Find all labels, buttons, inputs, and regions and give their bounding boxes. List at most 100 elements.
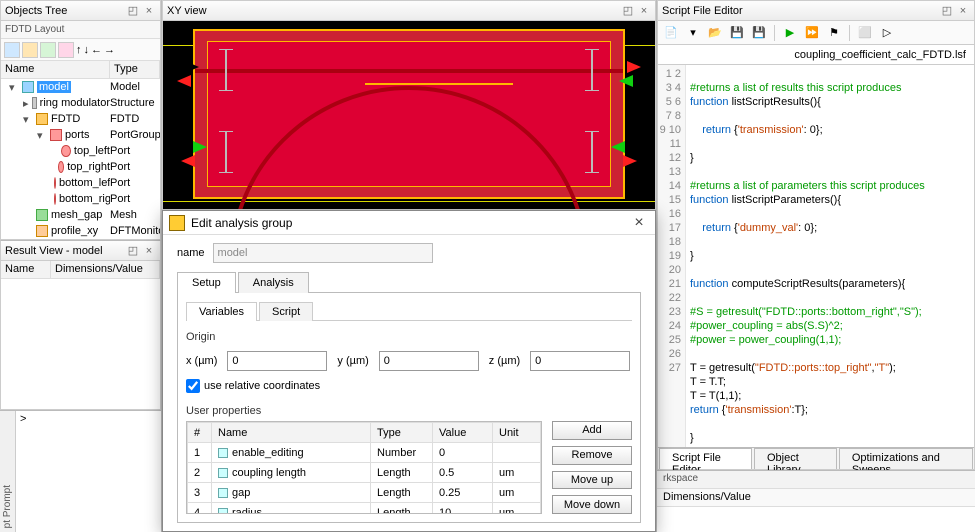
objects-tree-title: Objects Tree [5, 5, 124, 17]
name-input[interactable] [213, 243, 433, 263]
save-icon[interactable]: 💾 [728, 24, 746, 42]
dialog-icon [169, 215, 185, 231]
run-icon[interactable]: ▶ [781, 24, 799, 42]
result-view-columns: Name Dimensions/Value [1, 261, 160, 279]
code-editor[interactable]: 1 2 3 4 5 6 7 8 9 10 11 12 13 14 15 16 1… [658, 65, 974, 447]
close-icon[interactable]: × [629, 214, 649, 232]
arrow-down-icon[interactable]: ↓ [84, 44, 90, 56]
undock-icon[interactable]: ◰ [126, 4, 140, 18]
objects-tree-panel: Objects Tree ◰ × FDTD Layout ↑ ↓ ← → Nam… [0, 0, 161, 240]
xy-view-title: XY view [167, 5, 619, 17]
tree-row-ports[interactable]: ▾portsPortGroup [1, 127, 160, 143]
col-type[interactable]: Type [110, 61, 160, 78]
tab-object-library[interactable]: Object Library [754, 448, 837, 469]
filename-tab[interactable]: coupling_coefficient_calc_FDTD.lsf [658, 45, 974, 65]
open-icon[interactable]: 📂 [706, 24, 724, 42]
dialog-title: Edit analysis group [191, 216, 629, 230]
remove-button[interactable]: Remove [552, 446, 632, 465]
user-props-table[interactable]: # Name Type Value Unit 1enable_editingNu… [186, 421, 542, 514]
tree-row-mesh_gap[interactable]: mesh_gapMesh [1, 207, 160, 223]
x-input[interactable] [227, 351, 327, 371]
arrow-purple [185, 61, 199, 73]
table-row[interactable]: 1enable_editingNumber0 [188, 443, 541, 463]
name-label: name [177, 247, 205, 259]
tab-optimizations[interactable]: Optimizations and Sweeps [839, 448, 973, 469]
script-prompt-tab[interactable]: pt Prompt [0, 411, 16, 532]
flag-icon[interactable]: ⚑ [825, 24, 843, 42]
new-file-icon[interactable]: 📄 [662, 24, 680, 42]
rv-col-dimval[interactable]: Dimensions/Value [51, 261, 160, 278]
subtab-script[interactable]: Script [259, 302, 313, 321]
undock-icon[interactable]: ◰ [940, 4, 954, 18]
tool-btn-1[interactable] [4, 42, 20, 58]
tree-row-bottom_right[interactable]: bottom_rightPort [1, 191, 160, 207]
stop-icon[interactable]: ⬜ [856, 24, 874, 42]
tool-btn-3[interactable] [40, 42, 56, 58]
tab-analysis[interactable]: Analysis [238, 272, 309, 293]
table-row[interactable]: 3gapLength0.25um [188, 483, 541, 503]
workspace-cols[interactable]: Dimensions/Value [657, 489, 975, 507]
tree-row-ring-modulator[interactable]: ▸ring modulatorStructure [1, 95, 160, 111]
fdtd-layout-label: FDTD Layout [1, 21, 160, 39]
arrow-red-left [177, 75, 191, 87]
subtab-variables[interactable]: Variables [186, 302, 257, 321]
close-icon[interactable]: × [956, 4, 970, 18]
x-label: x (µm) [186, 355, 217, 367]
rv-col-name[interactable]: Name [1, 261, 51, 278]
xy-view-header: XY view ◰ × [163, 1, 655, 21]
save-as-icon[interactable]: 💾 [750, 24, 768, 42]
z-input[interactable] [530, 351, 630, 371]
col-name[interactable]: Name [1, 61, 110, 78]
script-editor-header: Script File Editor ◰ × [658, 1, 974, 21]
tree-columns: Name Type [1, 61, 160, 79]
tree-toolbar: ↑ ↓ ← → [1, 39, 160, 61]
bottom-tabs: Script File Editor Object Library Optimi… [658, 447, 974, 469]
tree-row-bottom_left[interactable]: bottom_leftPort [1, 175, 160, 191]
run-all-icon[interactable]: ⏩ [803, 24, 821, 42]
tree-body[interactable]: ▾modelModel▸ring modulatorStructure▾FDTD… [1, 79, 160, 239]
undock-icon[interactable]: ◰ [126, 244, 140, 258]
workspace-body [657, 507, 975, 532]
move-down-button[interactable]: Move down [552, 495, 632, 514]
y-input[interactable] [379, 351, 479, 371]
workspace-title: rkspace [657, 471, 975, 489]
tree-row-profile_xy[interactable]: profile_xyDFTMonitor [1, 223, 160, 239]
arrow-green-br [611, 141, 625, 153]
xy-viewport[interactable] [163, 21, 655, 209]
workspace-panel: rkspace Dimensions/Value [657, 470, 975, 532]
tool-btn-4[interactable] [58, 42, 74, 58]
origin-label: Origin [186, 331, 632, 343]
script-toolbar: 📄 ▾ 📂 💾 💾 ▶ ⏩ ⚑ ⬜ ▷ [658, 21, 974, 45]
undock-icon[interactable]: ◰ [621, 4, 635, 18]
z-label: z (µm) [489, 355, 520, 367]
y-label: y (µm) [337, 355, 368, 367]
dialog-titlebar[interactable]: Edit analysis group × [163, 211, 655, 235]
close-icon[interactable]: × [637, 4, 651, 18]
tab-script-file-editor[interactable]: Script File Editor [659, 448, 752, 469]
tree-row-top_left[interactable]: top_leftPort [1, 143, 160, 159]
tool-btn-2[interactable] [22, 42, 38, 58]
move-up-button[interactable]: Move up [552, 471, 632, 490]
arrow-right-icon[interactable]: → [104, 44, 115, 56]
use-relative-checkbox[interactable] [186, 379, 200, 393]
table-row[interactable]: 2coupling lengthLength0.5um [188, 463, 541, 483]
close-icon[interactable]: × [142, 4, 156, 18]
tree-row-top_right[interactable]: top_rightPort [1, 159, 160, 175]
arrow-green-left [619, 75, 633, 87]
script-prompt-body[interactable]: > [16, 411, 161, 532]
tree-row-model[interactable]: ▾modelModel [1, 79, 160, 95]
tab-setup[interactable]: Setup [177, 272, 236, 293]
arrow-left-icon[interactable]: ← [91, 44, 102, 56]
result-view-header: Result View - model ◰ × [1, 241, 160, 261]
add-button[interactable]: Add [552, 421, 632, 440]
step-icon[interactable]: ▷ [878, 24, 896, 42]
tree-row-FDTD[interactable]: ▾FDTDFDTD [1, 111, 160, 127]
xy-view-panel: XY view ◰ × [162, 0, 656, 210]
dropdown-icon[interactable]: ▾ [684, 24, 702, 42]
arrow-up-icon[interactable]: ↑ [76, 44, 82, 56]
result-view-body [1, 279, 160, 409]
table-row[interactable]: 4radiusLength10um [188, 503, 541, 515]
close-icon[interactable]: × [142, 244, 156, 258]
user-props-label: User properties [186, 405, 632, 417]
arrow-red-br [623, 155, 637, 167]
